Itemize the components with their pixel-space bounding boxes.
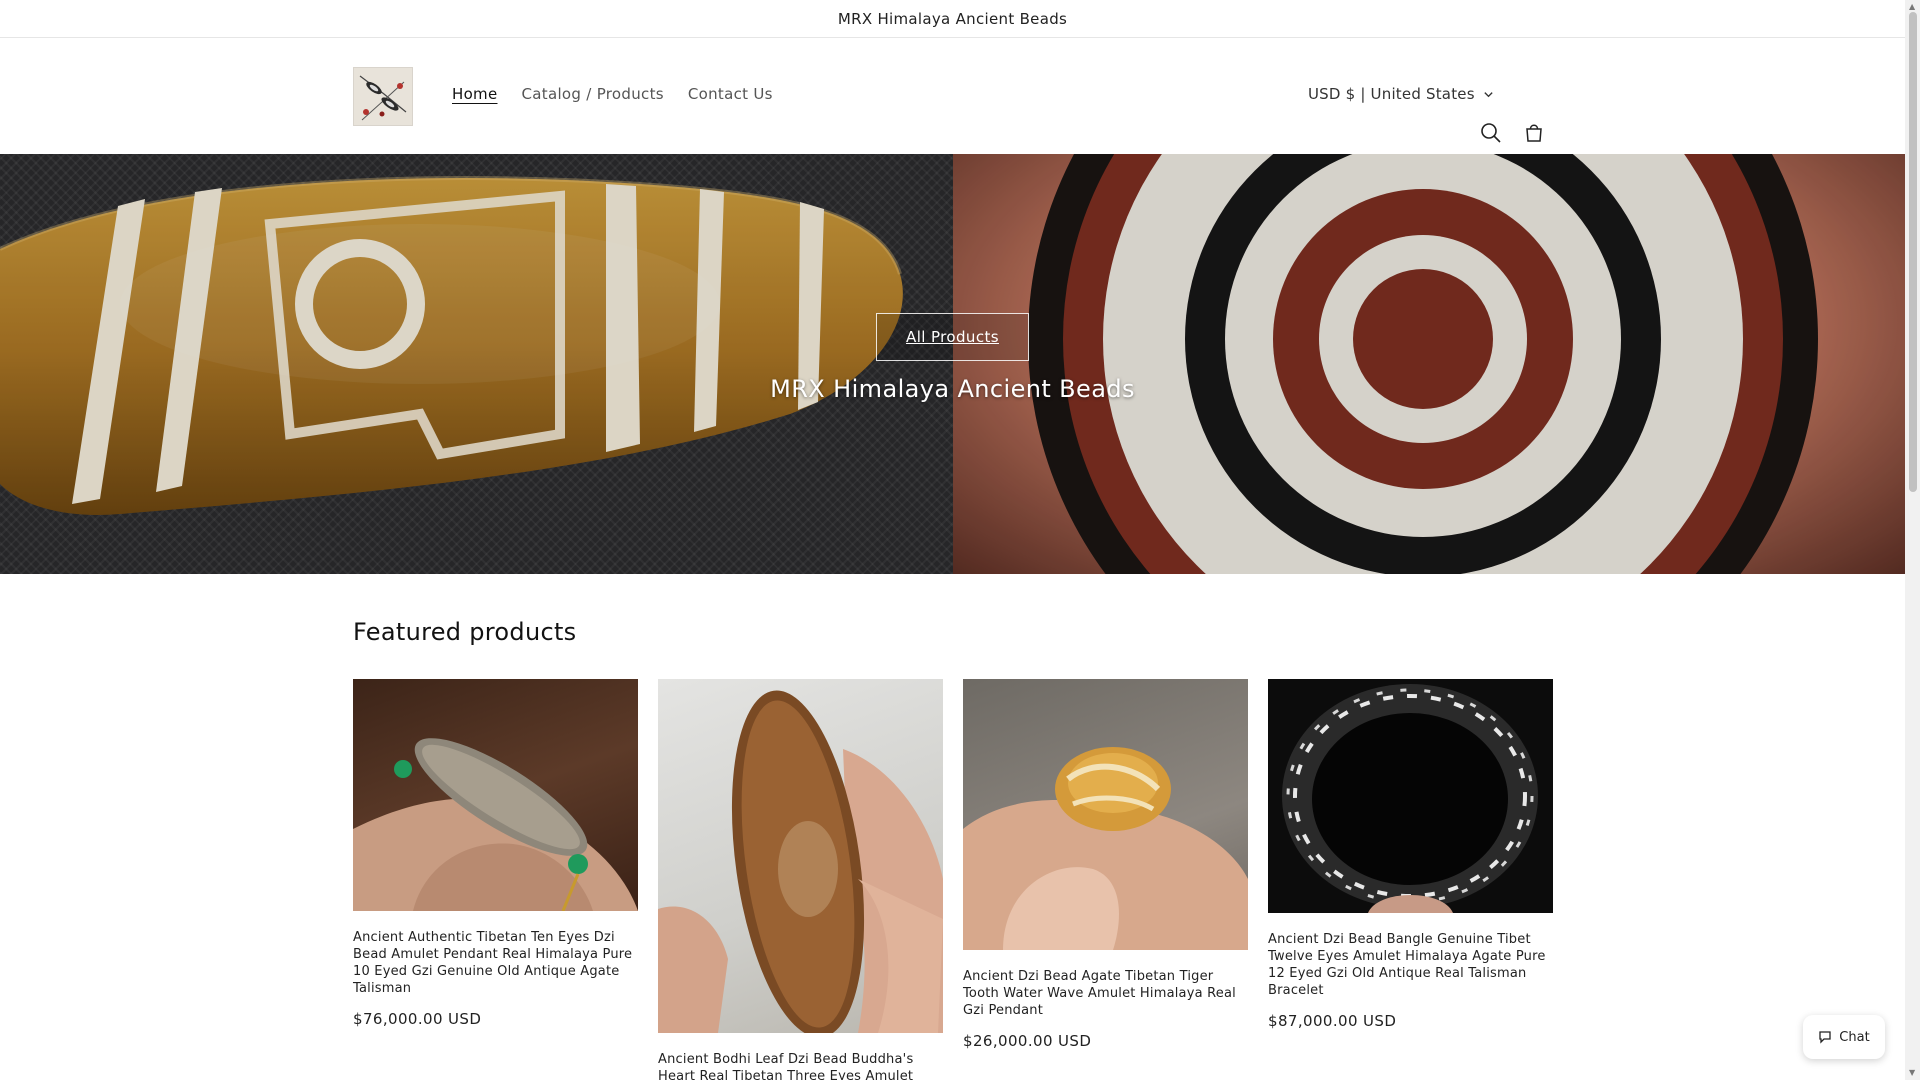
scroll-up-arrow-icon[interactable]: ▲ bbox=[1909, 2, 1915, 11]
nav-home[interactable]: Home bbox=[452, 85, 498, 103]
product-card[interactable]: Ancient Bodhi Leaf Dzi Bead Buddha's Hea… bbox=[658, 679, 943, 1080]
announcement-bar: MRX Himalaya Ancient Beads bbox=[0, 0, 1905, 38]
store-logo[interactable] bbox=[353, 67, 413, 126]
chat-icon bbox=[1819, 1031, 1831, 1044]
scrollbar-thumb[interactable] bbox=[1909, 12, 1917, 492]
all-products-button[interactable]: All Products bbox=[876, 313, 1029, 361]
hero-content: All Products MRX Himalaya Ancient Beads bbox=[0, 154, 1905, 574]
cart-icon bbox=[1526, 124, 1542, 142]
product-card[interactable]: Ancient Authentic Tibetan Ten Eyes Dzi B… bbox=[353, 679, 638, 1080]
currency-label: USD $ | United States bbox=[1308, 85, 1475, 103]
logo-image bbox=[354, 68, 412, 125]
chat-button[interactable]: Chat bbox=[1803, 1015, 1885, 1059]
chat-label: Chat bbox=[1839, 1029, 1870, 1045]
product-title[interactable]: Ancient Dzi Bead Agate Tibetan Tiger Too… bbox=[963, 968, 1248, 1019]
product-image[interactable] bbox=[353, 679, 638, 911]
announcement-text: MRX Himalaya Ancient Beads bbox=[837, 9, 1068, 28]
product-price: $87,000.00 USD bbox=[1268, 1012, 1397, 1030]
nav-contact-us[interactable]: Contact Us bbox=[688, 85, 773, 103]
product-card[interactable]: Ancient Dzi Bead Agate Tibetan Tiger Too… bbox=[963, 679, 1248, 1080]
product-image[interactable] bbox=[1268, 679, 1553, 913]
page: MRX Himalaya Ancient Beads Home Catalog … bbox=[0, 0, 1905, 1080]
product-price: $76,000.00 USD bbox=[353, 1010, 482, 1028]
search-button[interactable] bbox=[1478, 120, 1504, 150]
product-image[interactable] bbox=[658, 679, 943, 1033]
scroll-down-arrow-icon[interactable]: ▼ bbox=[1909, 1068, 1915, 1077]
cart-button[interactable] bbox=[1521, 120, 1547, 150]
product-grid: Ancient Authentic Tibetan Ten Eyes Dzi B… bbox=[353, 679, 1553, 1080]
product-price: $26,000.00 USD bbox=[963, 1032, 1092, 1050]
product-image[interactable] bbox=[963, 679, 1248, 950]
hero-title: MRX Himalaya Ancient Beads bbox=[770, 375, 1135, 403]
main-nav: Home Catalog / Products Contact Us bbox=[452, 85, 773, 103]
product-title[interactable]: Ancient Authentic Tibetan Ten Eyes Dzi B… bbox=[353, 929, 638, 997]
featured-products-heading: Featured products bbox=[353, 618, 577, 646]
chevron-down-icon bbox=[1484, 91, 1493, 97]
product-card[interactable]: Ancient Dzi Bead Bangle Genuine Tibet Tw… bbox=[1268, 679, 1553, 1080]
currency-selector[interactable]: USD $ | United States bbox=[1308, 85, 1494, 103]
product-title[interactable]: Ancient Dzi Bead Bangle Genuine Tibet Tw… bbox=[1268, 931, 1553, 999]
site-header: Home Catalog / Products Contact Us USD $… bbox=[0, 38, 1905, 154]
nav-catalog-products[interactable]: Catalog / Products bbox=[522, 85, 664, 103]
hero-banner: All Products MRX Himalaya Ancient Beads bbox=[0, 154, 1905, 574]
search-icon bbox=[1481, 123, 1501, 143]
product-title[interactable]: Ancient Bodhi Leaf Dzi Bead Buddha's Hea… bbox=[658, 1051, 943, 1080]
